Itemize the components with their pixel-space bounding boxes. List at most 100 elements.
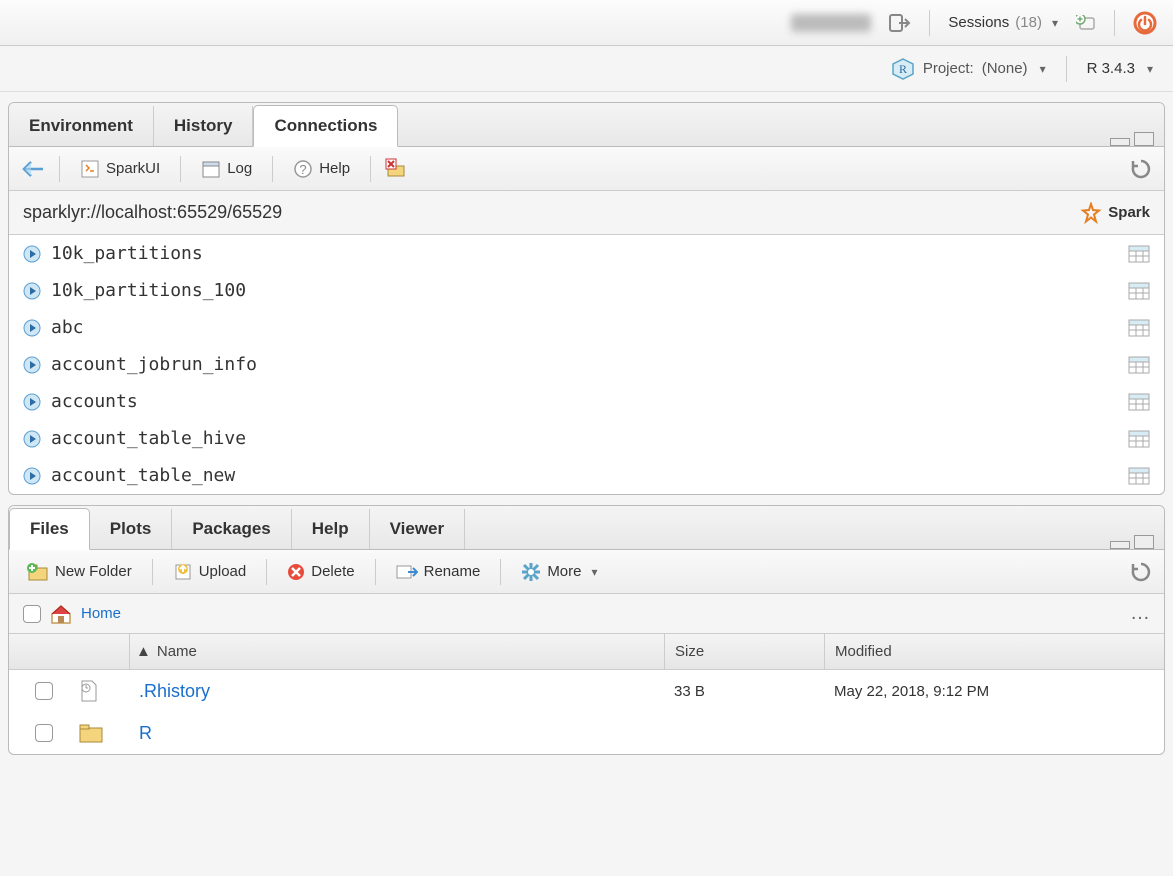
table-name: 10k_partitions_100 — [51, 280, 246, 301]
file-row: .Rhistory 33 BMay 22, 2018, 9:12 PM — [9, 670, 1164, 712]
separator — [370, 156, 371, 182]
gear-icon — [521, 562, 541, 582]
tab-help[interactable]: Help — [292, 509, 370, 549]
file-name[interactable]: R — [139, 723, 152, 743]
tab-plots[interactable]: Plots — [90, 509, 173, 549]
help-button[interactable]: ? Help — [287, 155, 356, 183]
delete-label: Delete — [311, 563, 354, 580]
preview-table-icon[interactable] — [1128, 430, 1150, 448]
tab-files[interactable]: Files — [9, 508, 90, 550]
column-modified[interactable]: Modified — [824, 634, 1164, 669]
back-icon[interactable] — [21, 159, 45, 179]
file-row: R — [9, 712, 1164, 754]
expand-icon[interactable] — [23, 319, 41, 337]
connections-toolbar: SparkUI Log ? Help — [9, 147, 1164, 191]
new-folder-icon — [27, 562, 49, 582]
r-version-label: R 3.4.3 — [1087, 60, 1135, 77]
maximize-pane-icon[interactable] — [1134, 535, 1154, 549]
signout-icon[interactable] — [889, 13, 911, 33]
disconnect-icon[interactable] — [385, 158, 407, 180]
tab-packages[interactable]: Packages — [172, 509, 291, 549]
file-list: .Rhistory 33 BMay 22, 2018, 9:12 PM R — [9, 670, 1164, 754]
table-list: 10k_partitions 10k_partitions_100abc accou… — [9, 235, 1164, 494]
sessions-dropdown[interactable]: Sessions (18) — [948, 14, 1058, 31]
rename-button[interactable]: Rename — [390, 558, 487, 584]
table-row[interactable]: 10k_partitions_100 — [9, 272, 1164, 309]
more-button[interactable]: More — [515, 558, 603, 586]
column-name[interactable]: ▲ Name — [129, 634, 664, 669]
preview-table-icon[interactable] — [1128, 245, 1150, 263]
row-checkbox[interactable] — [35, 682, 53, 700]
chevron-down-icon — [1048, 14, 1058, 31]
preview-table-icon[interactable] — [1128, 356, 1150, 374]
delete-button[interactable]: Delete — [281, 558, 360, 584]
preview-table-icon[interactable] — [1128, 282, 1150, 300]
expand-icon[interactable] — [23, 245, 41, 263]
expand-icon[interactable] — [23, 467, 41, 485]
tab-environment[interactable]: Environment — [9, 106, 154, 146]
connection-path-bar: sparklyr://localhost:65529/65529 Spark — [9, 191, 1164, 235]
r-version-selector[interactable]: R 3.4.3 — [1087, 60, 1153, 77]
tab-history[interactable]: History — [154, 106, 254, 146]
preview-table-icon[interactable] — [1128, 319, 1150, 337]
refresh-icon[interactable] — [1130, 561, 1152, 583]
breadcrumb: Home … — [9, 594, 1164, 634]
row-checkbox[interactable] — [35, 724, 53, 742]
help-label: Help — [319, 160, 350, 177]
project-selector[interactable]: R Project: (None) — [891, 57, 1046, 81]
separator — [266, 559, 267, 585]
select-all-checkbox[interactable] — [23, 605, 41, 623]
expand-icon[interactable] — [23, 430, 41, 448]
expand-icon[interactable] — [23, 393, 41, 411]
delete-icon — [287, 562, 305, 580]
chevron-down-icon — [588, 563, 598, 580]
files-toolbar: New Folder Upload Delete Rename — [9, 550, 1164, 594]
more-path-icon[interactable]: … — [1130, 602, 1150, 625]
connection-type-label: Spark — [1108, 204, 1150, 221]
table-row[interactable]: account_table_new — [9, 457, 1164, 494]
breadcrumb-home[interactable]: Home — [81, 605, 121, 622]
sparkui-label: SparkUI — [106, 160, 160, 177]
table-name: abc — [51, 317, 84, 338]
preview-table-icon[interactable] — [1128, 393, 1150, 411]
power-icon[interactable] — [1133, 11, 1157, 35]
table-row[interactable]: accounts — [9, 383, 1164, 420]
table-row[interactable]: abc — [9, 309, 1164, 346]
table-row[interactable]: 10k_partitions — [9, 235, 1164, 272]
new-session-icon[interactable] — [1076, 14, 1096, 31]
minimize-pane-icon[interactable] — [1110, 138, 1130, 146]
expand-icon[interactable] — [23, 282, 41, 300]
svg-text:R: R — [899, 62, 907, 76]
upload-button[interactable]: Upload — [167, 558, 253, 586]
home-icon[interactable] — [49, 603, 73, 625]
separator — [59, 156, 60, 182]
column-size[interactable]: Size — [664, 634, 824, 669]
minimize-pane-icon[interactable] — [1110, 541, 1130, 549]
new-folder-button[interactable]: New Folder — [21, 558, 138, 586]
spark-ui-button[interactable]: SparkUI — [74, 155, 166, 183]
tab-viewer[interactable]: Viewer — [370, 509, 466, 549]
separator — [500, 559, 501, 585]
tab-connections[interactable]: Connections — [253, 105, 398, 147]
file-modified: May 22, 2018, 9:12 PM — [824, 683, 1164, 700]
top-bar: Sessions (18) — [0, 0, 1173, 46]
expand-icon[interactable] — [23, 356, 41, 374]
table-row[interactable]: account_table_hive — [9, 420, 1164, 457]
refresh-icon[interactable] — [1130, 158, 1152, 180]
more-label: More — [547, 563, 581, 580]
sparkui-icon — [80, 159, 100, 179]
maximize-pane-icon[interactable] — [1134, 132, 1154, 146]
file-name[interactable]: .Rhistory — [139, 681, 210, 701]
preview-table-icon[interactable] — [1128, 467, 1150, 485]
separator — [152, 559, 153, 585]
separator — [929, 10, 930, 36]
separator — [375, 559, 376, 585]
separator — [1114, 10, 1115, 36]
file-list-header: ▲ Name Size Modified — [9, 634, 1164, 670]
separator — [1066, 56, 1067, 82]
table-name: account_jobrun_info — [51, 354, 257, 375]
files-panel: Files Plots Packages Help Viewer New Fol… — [8, 505, 1165, 755]
table-row[interactable]: account_jobrun_info — [9, 346, 1164, 383]
log-button[interactable]: Log — [195, 155, 258, 183]
file-size: 33 B — [664, 683, 824, 700]
